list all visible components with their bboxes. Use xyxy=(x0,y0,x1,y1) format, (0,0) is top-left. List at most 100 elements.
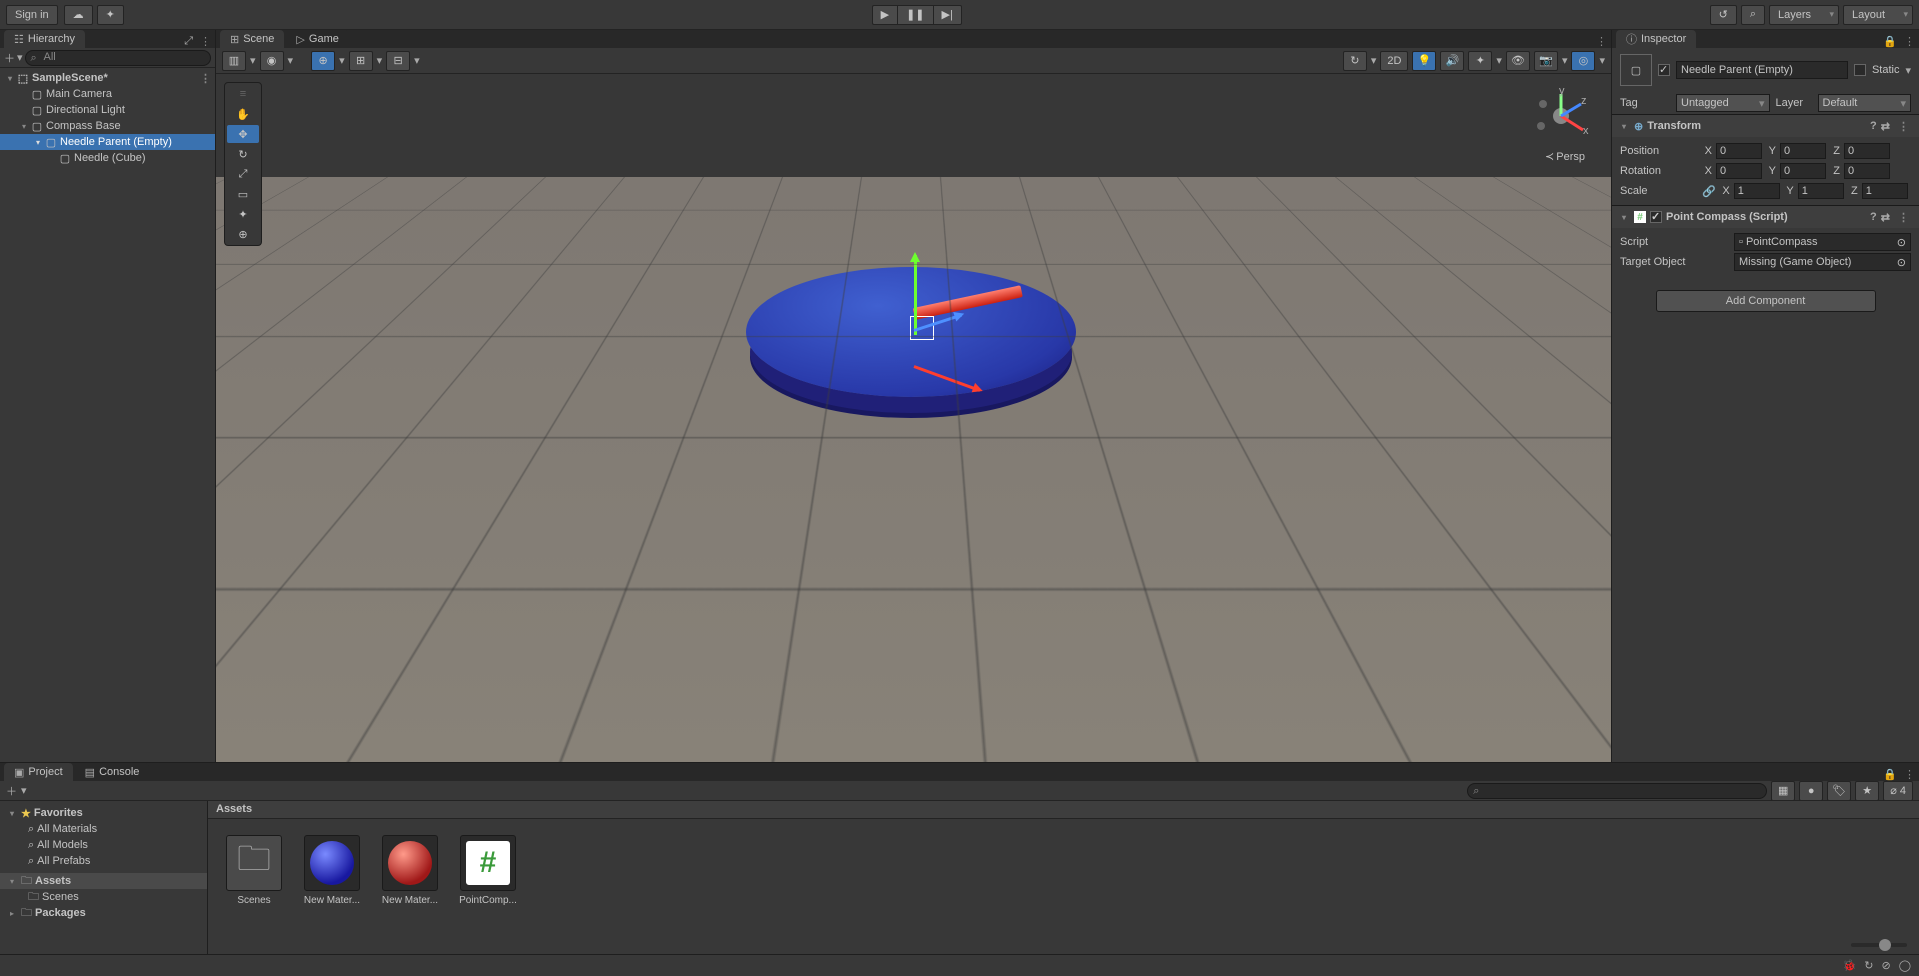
gizmos-button[interactable]: ◎ xyxy=(1571,51,1595,71)
search-by-type-button[interactable]: ▦ xyxy=(1771,781,1795,801)
tree-row[interactable]: ▢ Needle (Cube) xyxy=(0,150,215,166)
drag-handle[interactable]: ≡ xyxy=(227,85,259,103)
bug-icon[interactable]: 🐞 xyxy=(1843,959,1857,972)
camera-button[interactable]: 📷 xyxy=(1534,51,1558,71)
project-breadcrumb[interactable]: Assets xyxy=(208,801,1919,819)
signin-button[interactable]: Sign in xyxy=(6,5,58,25)
help-icon[interactable]: ? xyxy=(1870,120,1877,132)
custom-tool[interactable]: ⊕ xyxy=(227,225,259,243)
object-picker-icon[interactable]: ⊙ xyxy=(1897,256,1906,269)
collapse-icon[interactable]: ▾ xyxy=(1618,213,1630,222)
snap-button[interactable]: ⊟ xyxy=(386,51,410,71)
layer-dropdown[interactable]: Default xyxy=(1818,94,1912,112)
target-field[interactable]: Missing (Game Object) ⊙ xyxy=(1734,253,1911,271)
expand-toggle[interactable]: ▾ xyxy=(32,138,44,147)
services-button[interactable]: ✦ xyxy=(97,5,124,25)
thumbnail-size-slider[interactable] xyxy=(1851,943,1907,947)
enabled-checkbox[interactable] xyxy=(1650,211,1662,223)
active-checkbox[interactable] xyxy=(1658,64,1670,76)
asset-script[interactable]: # PointComp... xyxy=(458,835,518,906)
component-menu[interactable] xyxy=(1894,211,1913,224)
inspector-menu[interactable] xyxy=(1900,35,1919,48)
console-tab[interactable]: ▤Console xyxy=(75,763,150,781)
hidden-packages-button[interactable]: ⌀ 4 xyxy=(1883,781,1913,801)
scene-menu[interactable] xyxy=(196,72,215,85)
save-search-button[interactable]: 🏷 xyxy=(1827,781,1851,801)
expand-toggle[interactable]: ▾ xyxy=(18,122,30,131)
tree-row[interactable]: ▢ Directional Light xyxy=(0,102,215,118)
scene-tab[interactable]: ⊞Scene xyxy=(220,30,284,48)
tree-row[interactable]: ▢ Main Camera xyxy=(0,86,215,102)
refresh-button[interactable]: ↻ xyxy=(1343,51,1367,71)
lock-icon[interactable]: 🔒 xyxy=(1880,768,1900,781)
draw-mode-button[interactable]: ▥ xyxy=(222,51,246,71)
pos-y-field[interactable] xyxy=(1780,143,1826,159)
pivot-button[interactable]: ⊕ xyxy=(311,51,335,71)
rot-z-field[interactable] xyxy=(1844,163,1890,179)
cloud-button[interactable]: ☁ xyxy=(64,5,93,25)
project-menu[interactable] xyxy=(1900,768,1919,781)
fav-item[interactable]: ⌕All Models xyxy=(0,837,207,853)
projection-label[interactable]: ≺Persp xyxy=(1545,150,1585,163)
fav-item[interactable]: ⌕All Prefabs xyxy=(0,853,207,869)
light-toggle[interactable]: 💡 xyxy=(1412,51,1436,71)
scl-y-field[interactable] xyxy=(1798,183,1844,199)
play-button[interactable]: ▶ xyxy=(872,5,897,25)
2d-toggle[interactable]: 2D xyxy=(1380,51,1408,71)
fx-toggle[interactable]: ✦ xyxy=(1468,51,1492,71)
hand-tool[interactable]: ✋ xyxy=(227,105,259,123)
hierarchy-search[interactable]: All xyxy=(25,50,211,66)
hidden-toggle[interactable]: 👁 xyxy=(1506,51,1530,71)
inspector-tab[interactable]: ⓘInspector xyxy=(1616,30,1696,48)
tree-row-selected[interactable]: ▾ ▢ Needle Parent (Empty) xyxy=(0,134,215,150)
step-button[interactable]: ▶| xyxy=(933,5,962,25)
asset-material[interactable]: New Mater... xyxy=(380,835,440,906)
scl-x-field[interactable] xyxy=(1734,183,1780,199)
rotate-tool[interactable]: ↻ xyxy=(227,145,259,163)
y-axis-handle[interactable] xyxy=(914,255,917,335)
scl-z-field[interactable] xyxy=(1862,183,1908,199)
rot-x-field[interactable] xyxy=(1716,163,1762,179)
transform-header[interactable]: ▾ ⊕ Transform ? ⇄ xyxy=(1612,115,1919,137)
scene-row[interactable]: ▾ ⬚ SampleScene* xyxy=(0,70,215,86)
audio-toggle[interactable]: 🔊 xyxy=(1440,51,1464,71)
scene-panel-menu[interactable] xyxy=(1592,35,1611,48)
rect-tool[interactable]: ▭ xyxy=(227,185,259,203)
rot-y-field[interactable] xyxy=(1780,163,1826,179)
help-icon[interactable]: ? xyxy=(1870,211,1877,223)
scale-tool[interactable]: ⤢ xyxy=(227,165,259,183)
add-icon[interactable]: ＋ xyxy=(4,50,15,66)
collapse-icon[interactable]: ▾ xyxy=(1618,122,1630,131)
packages-folder[interactable]: ▸🗀 Packages xyxy=(0,905,207,921)
fav-item[interactable]: ⌕All Materials xyxy=(0,821,207,837)
cache-icon[interactable]: ⊘ xyxy=(1881,959,1890,972)
transform-tool[interactable]: ✦ xyxy=(227,205,259,223)
undo-history-button[interactable]: ↺ xyxy=(1710,5,1737,25)
scene-viewport[interactable]: ≡ ✋ ✥ ↻ ⤢ ▭ ✦ ⊕ y xyxy=(216,74,1611,762)
pos-x-field[interactable] xyxy=(1716,143,1762,159)
asset-folder[interactable]: 🗀 Scenes xyxy=(224,835,284,906)
add-component-button[interactable]: Add Component xyxy=(1656,290,1876,312)
preset-icon[interactable]: ⇄ xyxy=(1881,211,1890,224)
shading-button[interactable]: ◉ xyxy=(260,51,284,71)
tag-dropdown[interactable]: Untagged xyxy=(1676,94,1770,112)
orientation-gizmo[interactable]: y x z xyxy=(1531,86,1591,146)
pause-button[interactable]: ❚❚ xyxy=(897,5,932,25)
pos-z-field[interactable] xyxy=(1844,143,1890,159)
hierarchy-tab[interactable]: ☷Hierarchy xyxy=(4,30,85,48)
autorefresh-icon[interactable]: ↻ xyxy=(1864,959,1873,972)
preset-icon[interactable]: ⇄ xyxy=(1881,120,1890,133)
component-menu[interactable] xyxy=(1894,120,1913,133)
lock-icon[interactable]: 🔒 xyxy=(1880,35,1900,48)
move-tool[interactable]: ✥ xyxy=(227,125,259,143)
favorites-header[interactable]: ▾★ Favorites xyxy=(0,805,207,821)
object-name-field[interactable] xyxy=(1676,61,1848,79)
search-by-label-button[interactable]: ● xyxy=(1799,781,1823,801)
hierarchy-menu[interactable] xyxy=(196,35,215,48)
game-tab[interactable]: ▷Game xyxy=(286,30,348,48)
object-picker-icon[interactable]: ⊙ xyxy=(1897,236,1906,249)
link-icon[interactable]: 🔗 xyxy=(1702,185,1716,198)
favorite-button[interactable]: ★ xyxy=(1855,781,1879,801)
object-icon[interactable]: ▢ xyxy=(1620,54,1652,86)
popout-icon[interactable]: ⤢ xyxy=(181,35,196,48)
